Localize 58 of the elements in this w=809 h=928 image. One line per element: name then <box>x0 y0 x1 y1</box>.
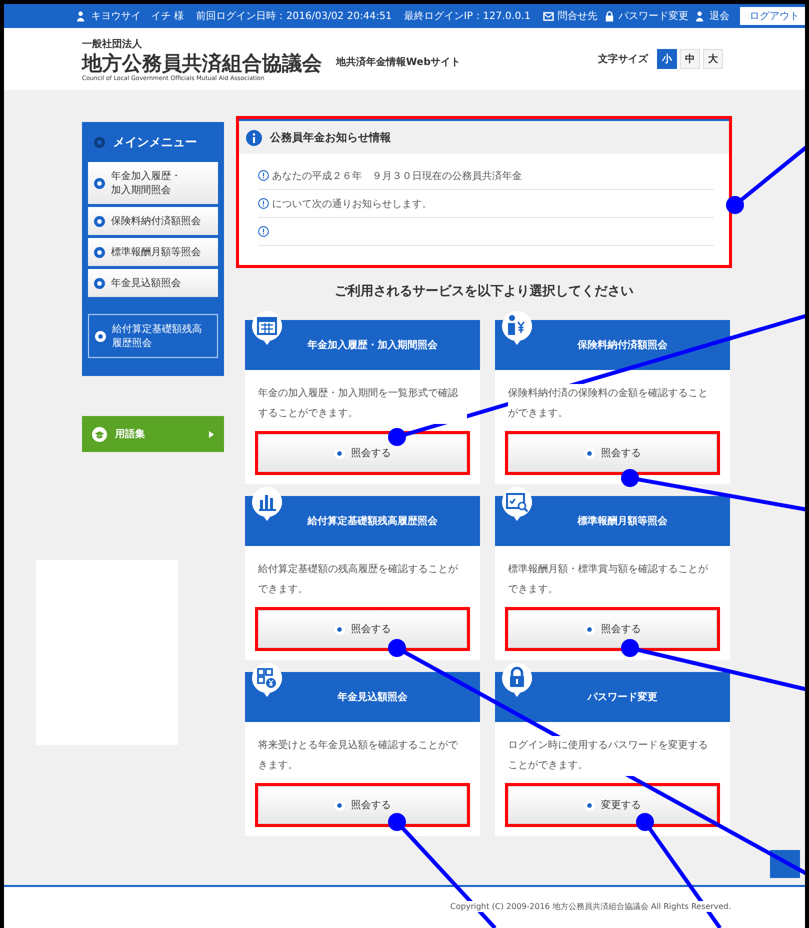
service-button[interactable]: 照会する <box>258 786 467 824</box>
lock-icon <box>501 662 533 698</box>
bullet-icon <box>94 278 105 288</box>
exclamation-icon <box>258 226 269 237</box>
exclamation-icon <box>258 170 269 181</box>
service-button[interactable]: 照会する <box>508 610 717 648</box>
copyright-text: Copyright (C) 2009-2016 地方公務員共済組合協議会 All Rights Reserved. <box>450 901 731 912</box>
exclamation-icon <box>258 198 269 209</box>
mail-icon <box>542 10 554 22</box>
bullet-icon <box>94 137 105 148</box>
bullet-icon <box>94 216 105 226</box>
top-link[interactable]: パスワード変更 <box>618 9 689 23</box>
top-link[interactable]: 退会 <box>710 9 730 23</box>
lock-icon <box>604 10 615 22</box>
person-icon <box>694 10 706 22</box>
font-size-button[interactable]: 中 <box>680 49 700 69</box>
play-icon <box>584 800 595 810</box>
menu-item[interactable]: 年金見込額照会 <box>88 269 218 297</box>
services-heading: ご利用されるサービスを以下より選択してください <box>334 283 634 300</box>
top-link[interactable]: 問合せ先 <box>558 9 598 23</box>
bar-chart-icon <box>251 486 283 522</box>
info-icon <box>246 130 262 146</box>
person-yen-icon <box>501 310 533 346</box>
play-icon <box>334 448 345 458</box>
person-icon <box>76 10 87 22</box>
calendar-search-icon <box>501 486 533 522</box>
font-size-label: 文字サイズ <box>598 52 648 66</box>
menu-item[interactable]: 年金加入履歴・ 加入期間照会 <box>88 162 218 204</box>
graduation-cap-icon <box>92 426 107 442</box>
menu-item[interactable]: 保険料納付済額照会 <box>88 207 218 235</box>
grid-yen-icon <box>251 662 283 698</box>
notice-title: 公務員年金お知らせ情報 <box>270 130 391 145</box>
service-button[interactable]: 変更する <box>508 786 717 824</box>
play-icon <box>584 624 595 634</box>
calendar-icon <box>251 310 283 346</box>
service-button[interactable]: 照会する <box>508 434 717 472</box>
site-name: 地共済年金情報Webサイト <box>336 55 461 69</box>
org-type: 一般社団法人 <box>82 38 143 50</box>
service-button[interactable]: 照会する <box>258 434 467 472</box>
last-login-text: 前回ログイン日時：2016/03/02 20:44:51 <box>196 10 392 23</box>
play-icon <box>334 624 345 634</box>
notice-text: について次の通りお知らせします。 <box>272 198 432 210</box>
service-button[interactable]: 照会する <box>258 610 467 648</box>
font-size-button[interactable]: 大 <box>703 49 723 69</box>
notice-text: あなたの平成２６年 ９月３０日現在の公務員共済年金 <box>272 170 522 182</box>
chevron-icon <box>209 430 214 438</box>
last-ip-text: 最終ログインIP：127.0.0.1 <box>404 10 531 23</box>
menu-title: メインメニュー <box>113 134 197 151</box>
logout-button[interactable]: ログアウト <box>740 7 805 25</box>
bullet-icon <box>94 246 105 258</box>
site-logo-text[interactable]: 地方公務員共済組合協議会 <box>82 50 322 74</box>
menu-item[interactable]: 標準報酬月額等照会 <box>88 238 218 266</box>
bullet-icon <box>94 178 105 188</box>
bullet-icon <box>95 330 106 342</box>
font-size-button[interactable]: 小 <box>657 49 677 69</box>
play-icon <box>334 800 345 810</box>
play-icon <box>584 448 595 458</box>
user-name: キヨウサイ イチ 様 <box>91 10 184 23</box>
